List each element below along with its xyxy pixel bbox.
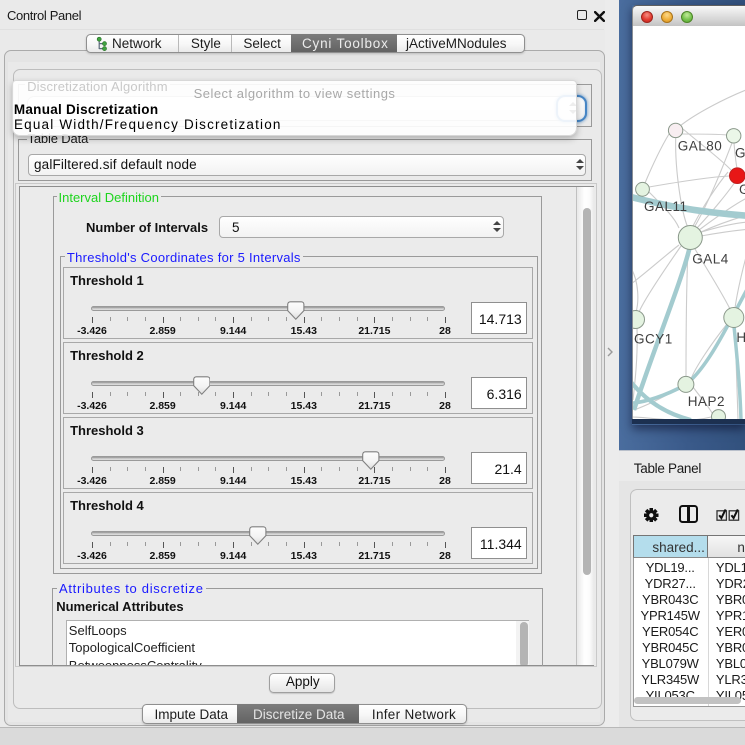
svg-text:GAL4: GAL4 [692,252,729,267]
svg-text:H: H [736,330,745,345]
svg-text:HAP2: HAP2 [687,394,724,409]
svg-text:GAL11: GAL11 [644,199,688,214]
svg-text:G: G [739,182,745,197]
svg-text:GA: GA [735,146,745,161]
svg-text:GAL80: GAL80 [677,139,722,154]
svg-text:GCY1: GCY1 [634,332,673,347]
